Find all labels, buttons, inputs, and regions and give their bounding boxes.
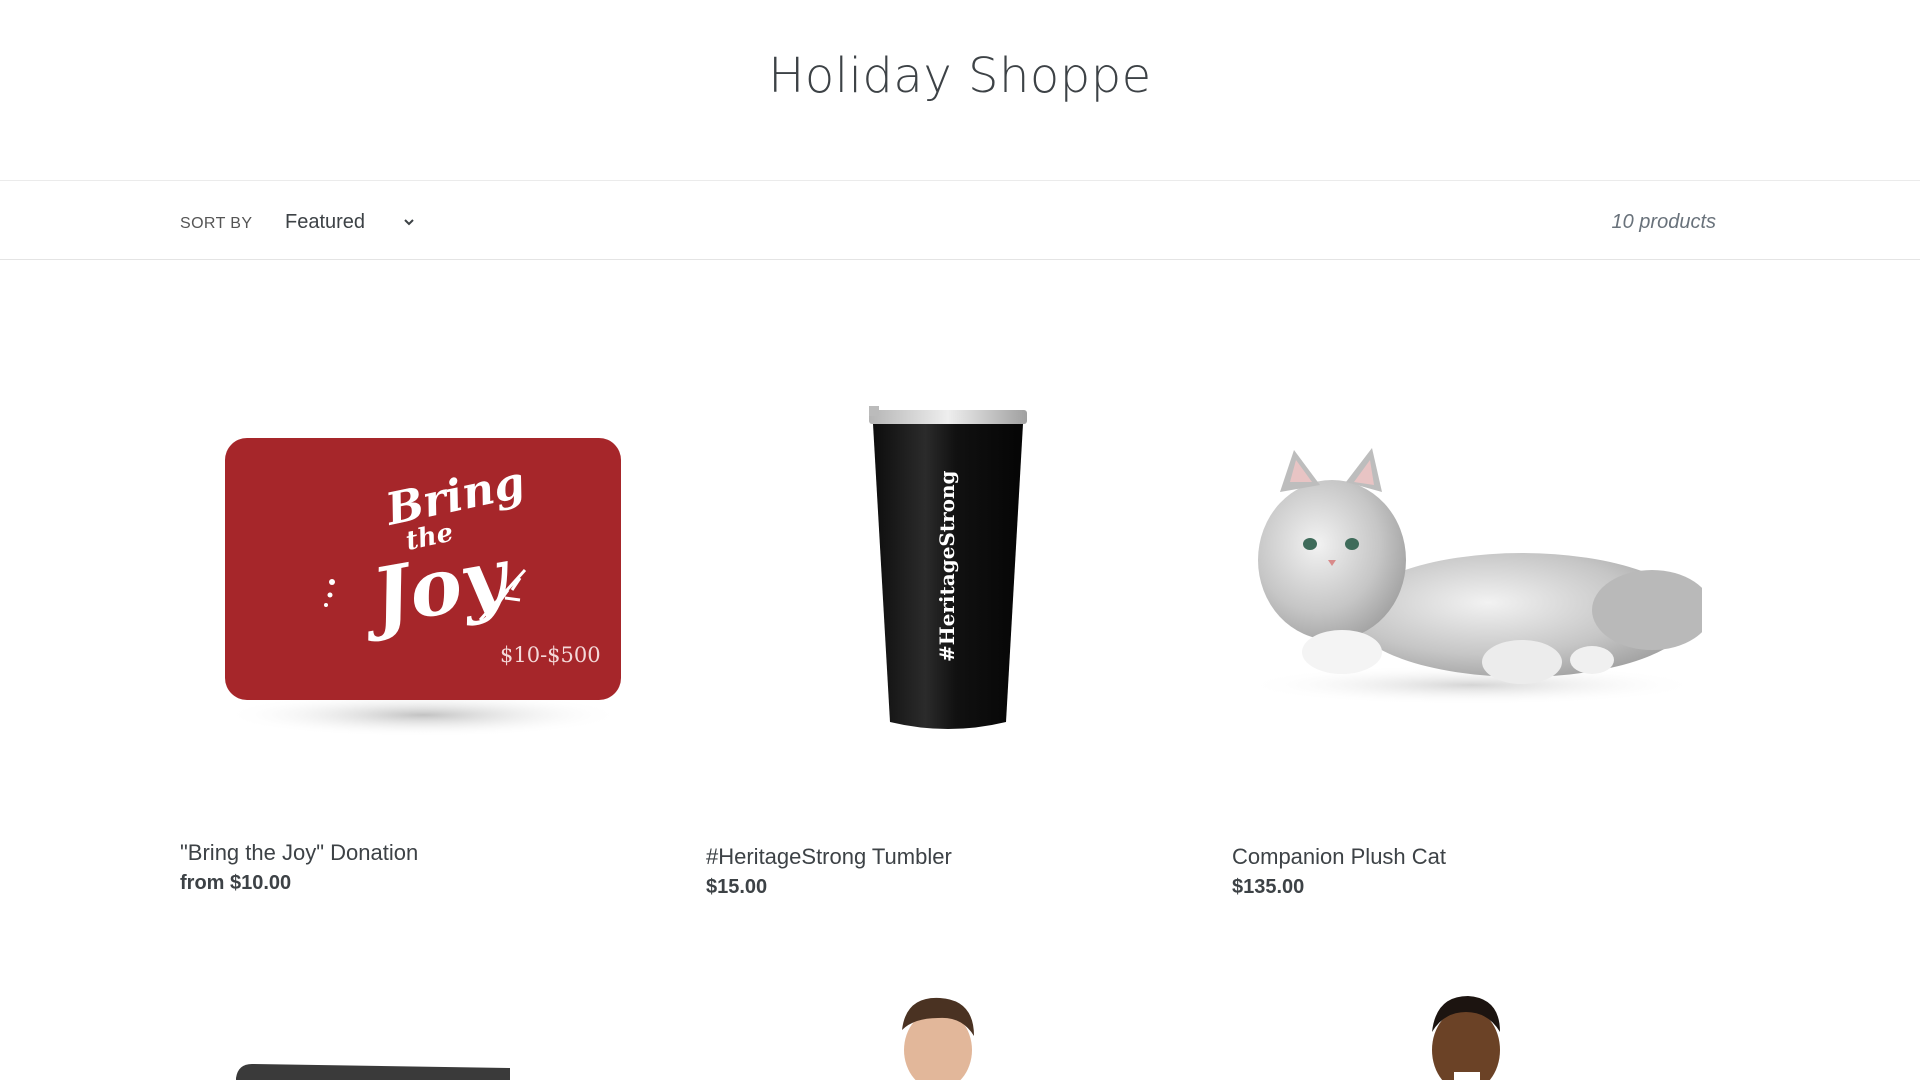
product-card-tumbler[interactable]: #HeritageStrong #HeritageStrong Tumbler … [706, 260, 1176, 898]
product-card-row2-3[interactable] [1232, 960, 1702, 1085]
product-price: $135.00 [1232, 876, 1305, 898]
sort-by-label: SORT BY [180, 215, 253, 232]
gift-card-price-range: $10-$500 [500, 643, 601, 667]
model-photo-partial [1432, 996, 1500, 1085]
product-card-row2-2[interactable] [706, 960, 1176, 1085]
plush-cat-image [1242, 448, 1712, 705]
sort-by-value: Featured [285, 210, 366, 233]
sort-by-select[interactable]: Featured [272, 205, 432, 239]
product-price: $15.00 [706, 876, 768, 898]
product-meta: #HeritageStrong Tumbler $15.00 [706, 844, 952, 899]
product-meta: "Bring the Joy" Donation from $10.00 [180, 840, 418, 895]
product-card-plush-cat[interactable]: Companion Plush Cat $135.00 [1232, 260, 1712, 898]
chevron-down-icon [404, 219, 414, 226]
product-image-partial [236, 1064, 510, 1080]
page-title: Holiday Shoppe [768, 48, 1152, 104]
product-count: 10 products [1611, 211, 1716, 233]
gift-card-image: Bring the Joy $10-$500 [223, 438, 623, 737]
product-image[interactable]: #HeritageStrong [706, 260, 1176, 780]
product-card-bring-the-joy[interactable]: Bring the Joy $10-$500 "Bring the Joy" D… [180, 260, 650, 894]
product-image[interactable] [1232, 260, 1712, 780]
tumbler-label: #HeritageStrong [935, 470, 959, 662]
product-title[interactable]: Companion Plush Cat [1232, 844, 1446, 870]
product-image[interactable]: Bring the Joy $10-$500 [180, 260, 650, 780]
page-header: Holiday Shoppe [0, 0, 1920, 180]
product-meta: Companion Plush Cat $135.00 [1232, 844, 1446, 899]
product-title[interactable]: #HeritageStrong Tumbler [706, 844, 952, 870]
model-photo-partial [902, 997, 974, 1085]
tumbler-image: #HeritageStrong [869, 406, 1027, 729]
product-title[interactable]: "Bring the Joy" Donation [180, 840, 418, 866]
product-card-row2-1[interactable] [180, 960, 650, 1085]
collection-filter-bar: SORT BY Featured 10 products [0, 180, 1920, 260]
product-price: from $10.00 [180, 872, 292, 894]
